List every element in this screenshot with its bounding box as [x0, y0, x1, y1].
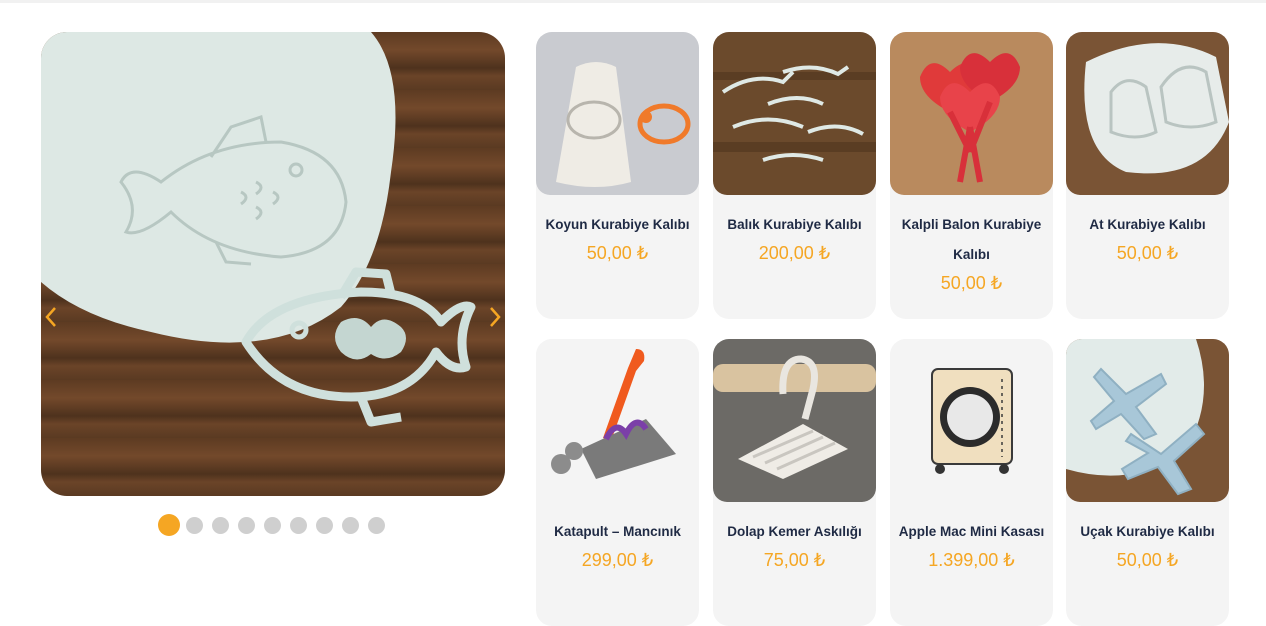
product-image-airplane-cutter — [1066, 339, 1229, 502]
slider-dot-2[interactable] — [186, 516, 203, 534]
product-card[interactable]: Apple Mac Mini Kasası 1.399,00 ₺ — [890, 339, 1053, 626]
product-name[interactable]: Dolap Kemer Askılığı — [719, 517, 870, 547]
product-price: 50,00 ₺ — [1116, 550, 1179, 570]
slider-dot-8[interactable] — [342, 516, 359, 534]
product-name[interactable]: Balık Kurabiye Kalıbı — [719, 210, 870, 240]
product-image-catapult — [536, 339, 699, 502]
slider-dot-7[interactable] — [316, 516, 333, 534]
product-image-fish-cutters — [713, 32, 876, 195]
product-price: 75,00 ₺ — [763, 550, 826, 570]
product-name[interactable]: Kalpli Balon Kurabiye Kalıbı — [896, 210, 1047, 270]
product-price: 1.399,00 ₺ — [928, 550, 1015, 570]
product-price: 50,00 ₺ — [586, 243, 649, 263]
product-card[interactable]: At Kurabiye Kalıbı 50,00 ₺ — [1066, 32, 1229, 319]
slider-image-fish-cookie-cutter — [41, 32, 476, 427]
slider-dot-3[interactable] — [212, 516, 229, 534]
slider-dot-6[interactable] — [290, 516, 307, 534]
product-card[interactable]: Balık Kurabiye Kalıbı 200,00 ₺ — [713, 32, 876, 319]
product-price: 299,00 ₺ — [581, 550, 654, 570]
slider-dot-1[interactable] — [158, 514, 180, 536]
product-image-belt-hanger — [713, 339, 876, 502]
slider-dot-5[interactable] — [264, 516, 281, 534]
product-image-heart-balloon-cutter — [890, 32, 1053, 195]
chevron-left-icon[interactable] — [41, 302, 63, 332]
product-name[interactable]: At Kurabiye Kalıbı — [1072, 210, 1223, 240]
product-card[interactable]: Koyun Kurabiye Kalıbı 50,00 ₺ — [536, 32, 699, 319]
product-image-sheep-cutter — [536, 32, 699, 195]
product-price: 50,00 ₺ — [940, 273, 1003, 293]
product-card[interactable]: Dolap Kemer Askılığı 75,00 ₺ — [713, 339, 876, 626]
slider-pagination — [158, 514, 394, 536]
product-price: 200,00 ₺ — [758, 243, 831, 263]
product-card[interactable]: Uçak Kurabiye Kalıbı 50,00 ₺ — [1066, 339, 1229, 626]
hero-slider[interactable] — [41, 32, 505, 496]
slider-dot-9[interactable] — [368, 516, 385, 534]
product-name[interactable]: Uçak Kurabiye Kalıbı — [1072, 517, 1223, 547]
product-card[interactable]: Katapult – Mancınık 299,00 ₺ — [536, 339, 699, 626]
product-name[interactable]: Apple Mac Mini Kasası — [896, 517, 1047, 547]
product-name[interactable]: Katapult – Mancınık — [542, 517, 693, 547]
header-divider — [0, 0, 1266, 3]
product-image-mac-mini-case — [890, 339, 1053, 502]
product-image-horse-cutter — [1066, 32, 1229, 195]
chevron-right-icon[interactable] — [483, 302, 505, 332]
product-name[interactable]: Koyun Kurabiye Kalıbı — [542, 210, 693, 240]
product-price: 50,00 ₺ — [1116, 243, 1179, 263]
product-card[interactable]: Kalpli Balon Kurabiye Kalıbı 50,00 ₺ — [890, 32, 1053, 319]
slider-dot-4[interactable] — [238, 516, 255, 534]
